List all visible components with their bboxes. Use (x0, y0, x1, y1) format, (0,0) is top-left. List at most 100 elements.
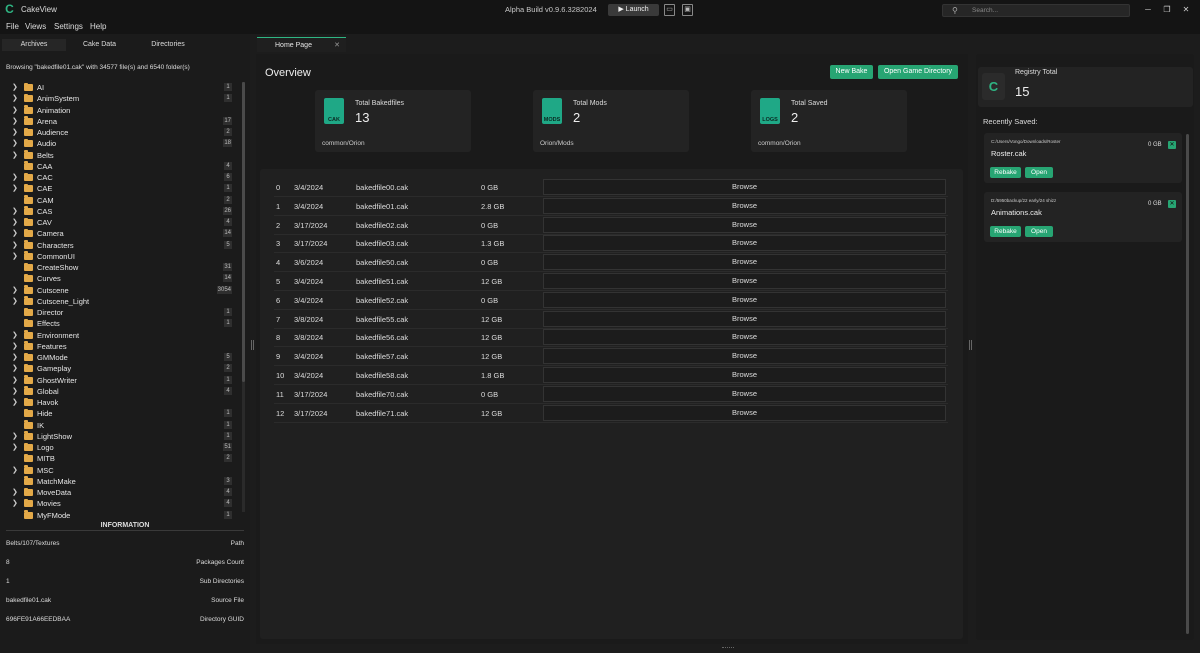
tree-item[interactable]: Hide 1 (0, 408, 242, 419)
chevron-right-icon[interactable]: ❯ (12, 206, 18, 217)
tree-scroll-thumb[interactable] (242, 82, 245, 382)
new-bake-button[interactable]: New Bake (830, 65, 873, 79)
tree-item[interactable]: MatchMake 3 (0, 476, 242, 487)
tab-home-page[interactable]: Home Page ✕ (257, 37, 346, 52)
chevron-right-icon[interactable]: ❯ (12, 183, 18, 194)
tree-item[interactable]: CAM 2 (0, 195, 242, 206)
tree-item[interactable]: ❯ GMMode 5 (0, 352, 242, 363)
menu-help[interactable]: Help (90, 22, 106, 31)
tree-item[interactable]: MyFMode 1 (0, 510, 242, 521)
close-icon[interactable]: ✕ (1179, 3, 1193, 16)
chevron-right-icon[interactable]: ❯ (12, 341, 18, 352)
tree-item[interactable]: ❯ Features (0, 341, 242, 352)
tree-item[interactable]: ❯ CAV 4 (0, 217, 242, 228)
browse-button[interactable]: Browse (543, 291, 946, 308)
chevron-right-icon[interactable]: ❯ (12, 296, 18, 307)
browse-button[interactable]: Browse (543, 273, 946, 289)
chevron-right-icon[interactable]: ❯ (12, 251, 18, 262)
open-button[interactable]: Open (1025, 226, 1053, 237)
open-button[interactable]: Open (1025, 167, 1053, 178)
tree-item[interactable]: ❯ CAE 1 (0, 183, 242, 194)
search-input[interactable]: Search... (972, 7, 998, 14)
tab-archives[interactable]: Archives (2, 39, 66, 51)
chevron-right-icon[interactable]: ❯ (12, 487, 18, 498)
tree-item[interactable]: Curves 14 (0, 273, 242, 284)
tree-item[interactable]: ❯ AnimSystem 1 (0, 93, 242, 104)
tree-item[interactable]: ❯ Global 4 (0, 386, 242, 397)
tree-item[interactable]: CreateShow 31 (0, 262, 242, 273)
tree-item[interactable]: ❯ Movies 4 (0, 498, 242, 509)
browse-button[interactable]: Browse (543, 216, 946, 233)
launch-button[interactable]: ▶ Launch (608, 4, 659, 16)
tree-item[interactable]: ❯ Belts (0, 150, 242, 161)
chevron-right-icon[interactable]: ❯ (12, 105, 18, 116)
open-game-directory-button[interactable]: Open Game Directory (878, 65, 958, 79)
tree-item[interactable]: ❯ CAC 6 (0, 172, 242, 183)
tree-item[interactable]: IK 1 (0, 420, 242, 431)
chevron-right-icon[interactable]: ❯ (12, 285, 18, 296)
tree-item[interactable]: ❯ Animation (0, 105, 242, 116)
tree-item[interactable]: Director 1 (0, 307, 242, 318)
chevron-right-icon[interactable]: ❯ (12, 228, 18, 239)
rebake-button[interactable]: Rebake (990, 226, 1021, 237)
tree-item[interactable]: ❯ Audience 2 (0, 127, 242, 138)
sidebar-splitter-handle[interactable] (251, 340, 254, 350)
tree-item[interactable]: ❯ Audio 18 (0, 138, 242, 149)
chevron-right-icon[interactable]: ❯ (12, 217, 18, 228)
tree-item[interactable]: ❯ CAS 26 (0, 206, 242, 217)
chevron-right-icon[interactable]: ❯ (12, 93, 18, 104)
tree-item[interactable]: ❯ Cutscene 3054 (0, 285, 242, 296)
tree-item[interactable]: ❯ Gameplay 2 (0, 363, 242, 374)
browse-button[interactable]: Browse (543, 235, 946, 252)
save-icon[interactable]: ▭ (664, 4, 675, 16)
tree-item[interactable]: ❯ MoveData 4 (0, 487, 242, 498)
browse-button[interactable]: Browse (543, 329, 946, 346)
tree-item[interactable]: ❯ GhostWriter 1 (0, 375, 242, 386)
tree-item[interactable]: ❯ MSC (0, 465, 242, 476)
tree-item[interactable]: Effects 1 (0, 318, 242, 329)
chevron-right-icon[interactable]: ❯ (12, 498, 18, 509)
browse-button[interactable]: Browse (543, 385, 946, 402)
chevron-right-icon[interactable]: ❯ (12, 375, 18, 386)
search-box[interactable]: ⚲ Search... (942, 4, 1130, 17)
tree-item[interactable]: ❯ Havok (0, 397, 242, 408)
tree-item[interactable]: ❯ Characters 5 (0, 240, 242, 251)
chevron-right-icon[interactable]: ❯ (12, 386, 18, 397)
tree-item[interactable]: ❯ LightShow 1 (0, 431, 242, 442)
chevron-right-icon[interactable]: ❯ (12, 138, 18, 149)
menu-settings[interactable]: Settings (54, 22, 83, 31)
chevron-right-icon[interactable]: ❯ (12, 127, 18, 138)
tree-item[interactable]: MITB 2 (0, 453, 242, 464)
rebake-button[interactable]: Rebake (990, 167, 1021, 178)
right-panel-splitter-handle[interactable] (969, 340, 972, 350)
tree-item[interactable]: ❯ AI 1 (0, 82, 242, 93)
menu-file[interactable]: File (6, 22, 19, 31)
chevron-right-icon[interactable]: ❯ (12, 431, 18, 442)
tab-cake-data[interactable]: Cake Data (68, 39, 131, 51)
minimize-icon[interactable]: ─ (1141, 3, 1155, 16)
browse-button[interactable]: Browse (543, 197, 946, 214)
tab-close-icon[interactable]: ✕ (334, 38, 340, 53)
remove-icon[interactable]: ✕ (1168, 200, 1176, 208)
chevron-right-icon[interactable]: ❯ (12, 397, 18, 408)
chevron-right-icon[interactable]: ❯ (12, 116, 18, 127)
tree-item[interactable]: CAA 4 (0, 161, 242, 172)
chevron-right-icon[interactable]: ❯ (12, 82, 18, 93)
tree-item[interactable]: ❯ Arena 17 (0, 116, 242, 127)
chevron-right-icon[interactable]: ❯ (12, 363, 18, 374)
chevron-right-icon[interactable]: ❯ (12, 172, 18, 183)
maximize-icon[interactable]: ❐ (1160, 3, 1174, 16)
menu-views[interactable]: Views (25, 22, 46, 31)
chevron-right-icon[interactable]: ❯ (12, 442, 18, 453)
chevron-right-icon[interactable]: ❯ (12, 240, 18, 251)
chevron-right-icon[interactable]: ❯ (12, 352, 18, 363)
chevron-right-icon[interactable]: ❯ (12, 330, 18, 341)
tree-item[interactable]: ❯ Logo 51 (0, 442, 242, 453)
browse-button[interactable]: Browse (543, 179, 946, 195)
chevron-right-icon[interactable]: ❯ (12, 150, 18, 161)
browse-button[interactable]: Browse (543, 404, 946, 421)
browse-button[interactable]: Browse (543, 367, 946, 383)
recent-scrollbar[interactable] (1186, 134, 1189, 634)
tree-item[interactable]: ❯ CommonUI (0, 251, 242, 262)
tree-item[interactable]: ❯ Environment (0, 330, 242, 341)
